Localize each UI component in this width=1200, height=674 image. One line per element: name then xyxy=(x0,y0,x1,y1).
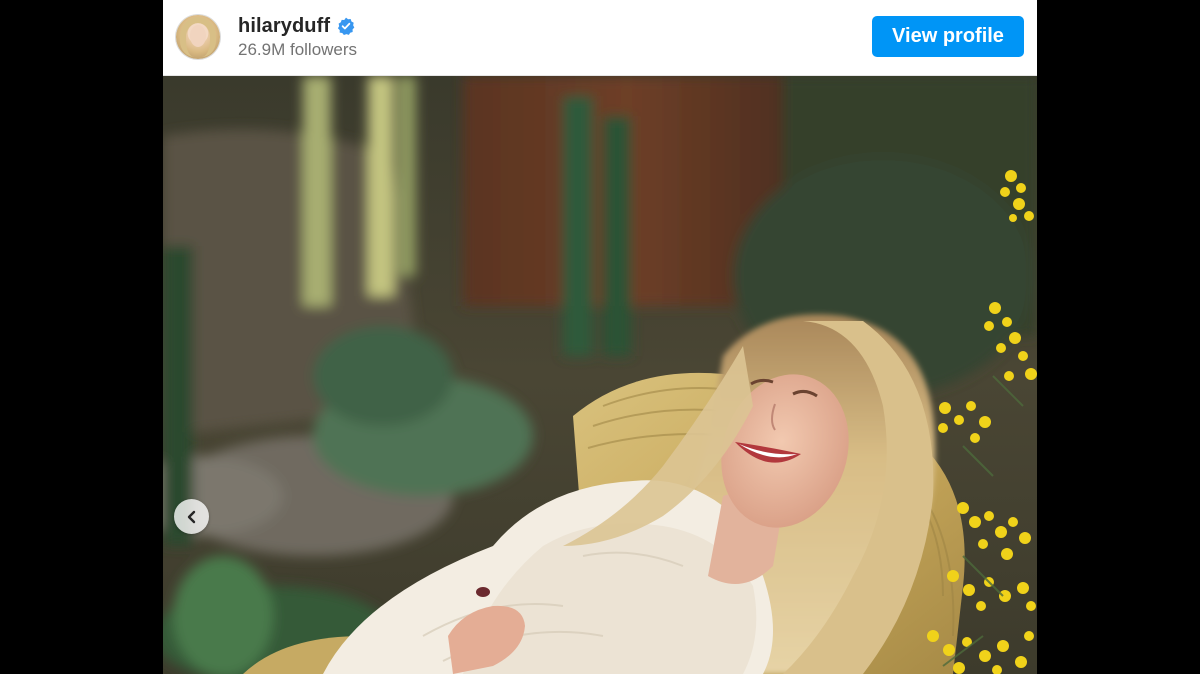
post-photo xyxy=(163,76,1037,674)
instagram-embed: hilaryduff 26.9M followers View profile xyxy=(163,0,1037,674)
view-profile-button[interactable]: View profile xyxy=(872,16,1024,57)
carousel-prev-button[interactable] xyxy=(174,499,209,534)
username[interactable]: hilaryduff xyxy=(238,15,330,38)
verified-badge-icon xyxy=(338,17,355,35)
profile-avatar[interactable] xyxy=(176,15,220,59)
username-row: hilaryduff xyxy=(238,13,355,39)
chevron-left-icon xyxy=(187,510,195,523)
post-header: hilaryduff 26.9M followers View profile xyxy=(163,0,1037,76)
photo-image xyxy=(163,76,1037,674)
avatar-face xyxy=(190,25,206,47)
follower-count: 26.9M followers xyxy=(238,40,358,59)
